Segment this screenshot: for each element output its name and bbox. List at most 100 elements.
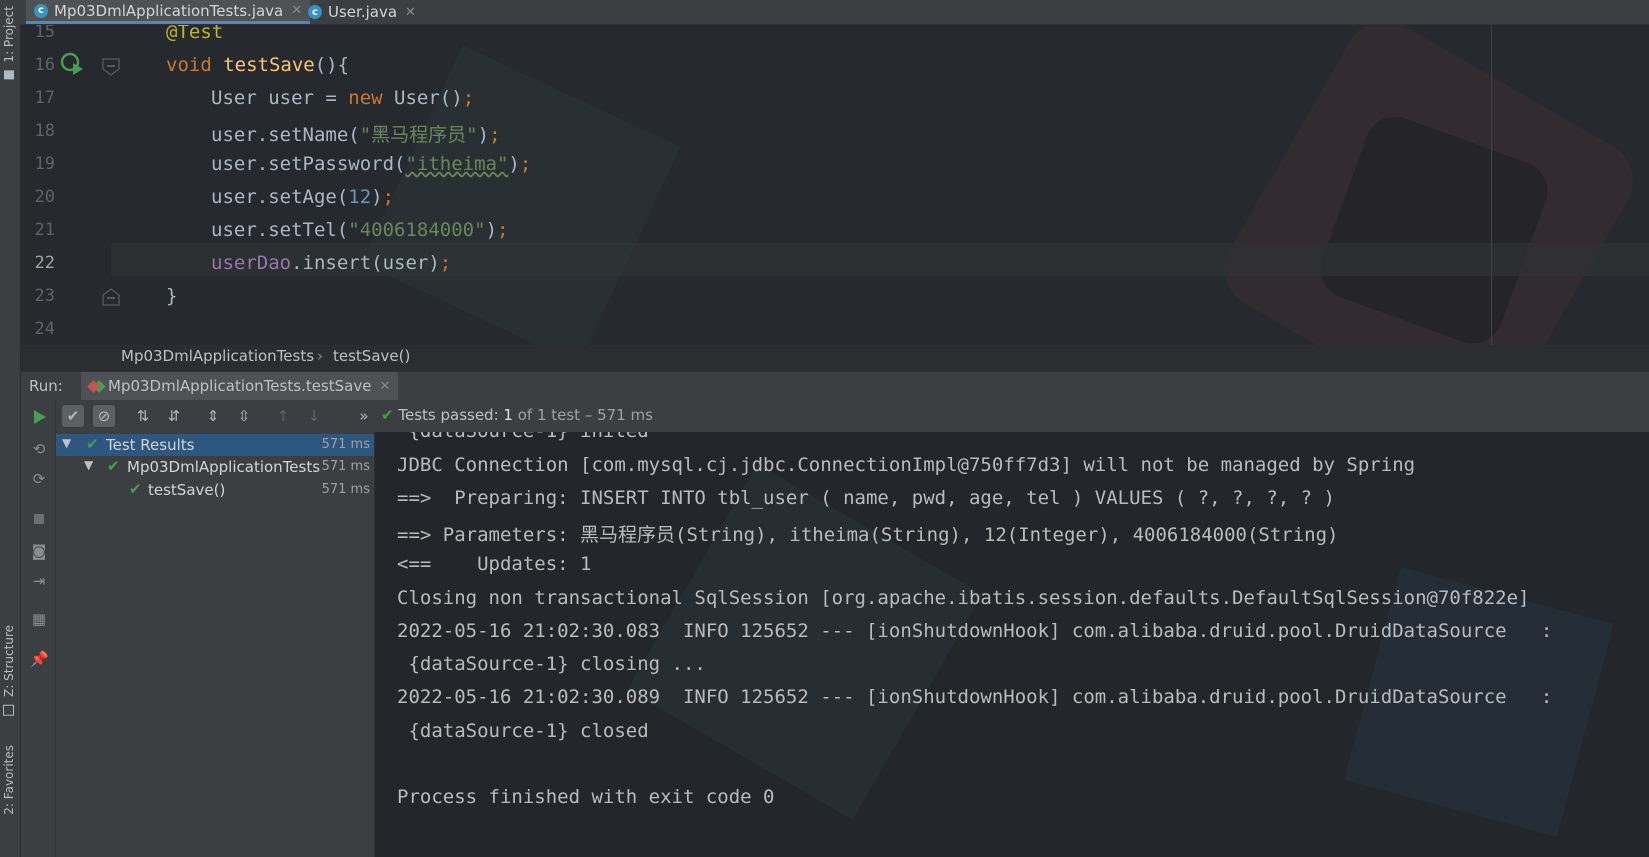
string-token: "4006184000" — [348, 219, 486, 241]
sort-alpha-icon[interactable]: ⇅ — [132, 405, 154, 427]
sort-duration-icon[interactable]: ⇵ — [163, 405, 185, 427]
import-tests-icon[interactable]: ⇥ — [30, 572, 48, 590]
expand-all-icon[interactable]: ⇕ — [202, 405, 224, 427]
tab-label: Mp03DmlApplicationTests.java — [54, 1, 284, 20]
run-test-icon[interactable] — [59, 51, 85, 77]
structure-tool-tab[interactable]: Z: Structure — [2, 625, 18, 716]
run-label: Run: — [29, 377, 63, 395]
console-line: {dataSource-1} closing ... — [397, 653, 706, 675]
rerun-failed-icon[interactable]: ⟲ — [30, 440, 48, 458]
semicolon-token: ; — [489, 124, 501, 146]
fold-marker-icon[interactable] — [101, 57, 121, 77]
line-number: 24 — [34, 319, 55, 339]
line-number: 23 — [34, 286, 55, 306]
string-token: "itheima" — [405, 153, 509, 175]
tree-node-time: 571 ms — [321, 437, 370, 452]
code-token: (){ — [314, 54, 350, 76]
code-token: ) — [485, 219, 498, 241]
pin-icon[interactable]: 📌 — [30, 650, 49, 668]
previous-failed-icon[interactable]: ↑ — [272, 405, 294, 427]
code-line-22: userDao.insert(user); — [211, 252, 451, 274]
breadcrumb-separator: › — [317, 347, 323, 365]
console-line: {dataSource-1} closed — [397, 720, 649, 742]
semicolon-token: ; — [497, 219, 509, 241]
keyword-token: new — [348, 87, 383, 109]
fold-end-marker-icon[interactable] — [101, 287, 121, 307]
code-token: ) — [508, 153, 520, 175]
java-class-icon: c — [308, 5, 322, 19]
editor-gutter[interactable]: 15 16 17 18 19 20 21 22 23 24 — [21, 25, 120, 357]
console-line: ==> Parameters: 黑马程序员(String), itheima(S… — [397, 524, 1339, 546]
folder-icon — [4, 70, 14, 80]
passed-check-icon: ✔ — [129, 480, 142, 498]
close-icon[interactable]: ✕ — [405, 5, 416, 20]
camera-icon[interactable]: ◙ — [30, 542, 48, 560]
line-number: 18 — [34, 121, 55, 141]
console-line: <== Updates: 1 — [397, 553, 592, 575]
passed-check-icon: ✔ — [107, 457, 120, 475]
test-diamond-icon — [87, 379, 100, 393]
tree-node-test-method[interactable]: ✔ testSave() 571 ms — [56, 479, 374, 501]
status-suffix: of 1 test – 571 ms — [512, 406, 653, 424]
code-token: } — [166, 285, 178, 307]
line-number: 19 — [34, 154, 55, 174]
background-shape — [627, 464, 983, 820]
run-config-tab[interactable]: Mp03DmlApplicationTests.testSave ✕ — [81, 372, 399, 400]
next-failed-icon[interactable]: ↓ — [303, 405, 325, 427]
code-token: .insert(user) — [291, 252, 440, 274]
code-token: ) — [371, 186, 383, 208]
method-name-token: testSave — [223, 54, 315, 76]
status-prefix: Tests passed: — [398, 406, 504, 424]
code-editor[interactable]: 15 16 17 18 19 20 21 22 23 24 @Test void… — [21, 25, 1649, 357]
number-token: 12 — [348, 186, 372, 208]
console-output[interactable]: {dataSource-1} inited JDBC Connection [c… — [375, 432, 1649, 857]
collapse-all-icon[interactable]: ⇳ — [233, 405, 255, 427]
tree-node-test-class[interactable]: ▼ ✔ Mp03DmlApplicationTests 571 ms — [56, 456, 374, 478]
toggle-auto-test-icon[interactable]: ⟳ — [30, 470, 48, 488]
project-tool-tab[interactable]: 1: Project — [2, 6, 18, 80]
code-token: ) — [477, 124, 490, 146]
code-token: user.setAge( — [211, 186, 349, 208]
breadcrumb-method[interactable]: testSave() — [333, 347, 410, 365]
show-passed-icon[interactable]: ✔ — [62, 405, 84, 427]
tab-user-java[interactable]: c User.java ✕ — [300, 0, 424, 24]
editor-tab-bar: c Mp03DmlApplicationTests.java ✕ c User.… — [20, 0, 1649, 25]
console-line: ==> Preparing: INSERT INTO tbl_user ( na… — [397, 487, 1335, 509]
semicolon-token: ; — [519, 153, 532, 175]
layout-icon[interactable]: ▦ — [30, 610, 48, 628]
expand-arrow-icon[interactable]: ▼ — [62, 436, 71, 450]
more-actions-icon[interactable]: » — [353, 405, 375, 427]
left-tool-stripe: 1: Project Z: Structure 2: Favorites — [0, 0, 21, 857]
semicolon-token: ; — [462, 87, 475, 109]
run-side-toolbar: ⟲ ⟳ ◙ ⇥ ▦ 📌 — [21, 400, 56, 857]
semicolon-token: ; — [382, 186, 395, 208]
code-line-16: void testSave(){ — [166, 54, 349, 76]
rerun-icon[interactable] — [30, 408, 48, 426]
tree-node-test-results[interactable]: ▼ ✔ Test Results 571 ms — [56, 434, 374, 456]
field-token: userDao — [211, 252, 292, 274]
tree-node-time: 571 ms — [321, 482, 370, 497]
stop-icon[interactable] — [30, 510, 48, 528]
semicolon-token: ; — [439, 252, 452, 274]
code-token: user.setName( — [211, 124, 360, 146]
line-number: 16 — [34, 55, 55, 75]
test-results-tree: ▼ ✔ Test Results 571 ms ▼ ✔ Mp03DmlAppli… — [56, 432, 375, 857]
code-line-19: user.setPassword("itheima"); — [211, 153, 531, 175]
console-line: {dataSource-1} inited — [397, 432, 648, 442]
passed-check-icon: ✔ — [381, 406, 394, 424]
code-line-23: } — [166, 285, 177, 307]
console-line: Process finished with exit code 0 — [397, 786, 775, 808]
expand-arrow-icon[interactable]: ▼ — [84, 458, 93, 472]
line-number: 21 — [34, 220, 55, 240]
favorites-tool-label: 2: Favorites — [2, 745, 16, 815]
close-icon[interactable]: ✕ — [379, 379, 390, 394]
breadcrumb: Mp03DmlApplicationTests › testSave() — [21, 345, 1649, 369]
code-line-21: user.setTel("4006184000"); — [211, 219, 508, 241]
code-line-20: user.setAge(12); — [211, 186, 394, 208]
show-ignored-icon[interactable]: ⊘ — [93, 405, 115, 427]
favorites-tool-tab[interactable]: 2: Favorites — [2, 745, 18, 815]
breadcrumb-class[interactable]: Mp03DmlApplicationTests — [121, 347, 314, 365]
status-count: 1 — [503, 406, 513, 424]
tab-mp03dml-tests[interactable]: c Mp03DmlApplicationTests.java ✕ — [26, 0, 311, 24]
test-runner-toolbar: ✔ ⊘ ⇅ ⇵ ⇕ ⇳ ↑ ↓ » ✔ Tests passed: 1 of 1… — [56, 400, 1649, 432]
